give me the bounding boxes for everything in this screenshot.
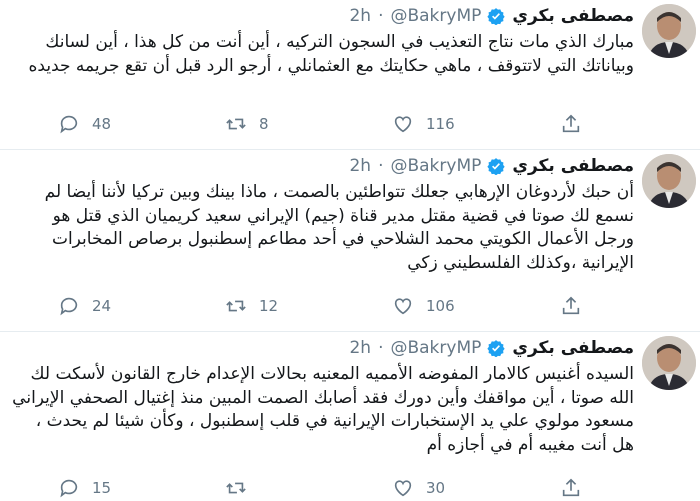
tweet-text: مبارك الذي مات نتاج التعذيب في السجون ال… (28, 32, 634, 76)
like-count: 116 (426, 115, 455, 133)
retweet-button[interactable]: 12 (225, 293, 278, 319)
separator-dot: · (378, 338, 384, 358)
share-icon (562, 478, 580, 497)
tweet-text: أن حبك لأردوغان الإرهابي جعلك تتواطئين ب… (44, 182, 634, 273)
tweet[interactable]: 2h · @BakryMP مصطفى بكري مبارك الذي مات … (0, 0, 700, 150)
heart-icon (394, 298, 412, 315)
tweet-time[interactable]: 2h (349, 6, 371, 26)
avatar[interactable] (642, 336, 696, 390)
verified-badge-icon (487, 157, 505, 176)
like-button[interactable]: 106 (392, 293, 455, 319)
retweet-button[interactable]: 8 (225, 111, 269, 137)
tweet[interactable]: 2h · @BakryMP مصطفى بكري أن حبك لأردوغان… (0, 150, 700, 332)
tweet-actions: 15 30 (0, 475, 634, 501)
heart-icon (394, 116, 412, 133)
author-name[interactable]: مصطفى بكري (512, 6, 634, 26)
reply-icon (60, 297, 78, 316)
avatar[interactable] (642, 4, 696, 58)
reply-button[interactable]: 48 (58, 111, 111, 137)
tweet-handle[interactable]: @BakryMP (390, 338, 481, 358)
reply-icon (60, 115, 78, 134)
retweet-icon (226, 300, 246, 312)
retweet-count: 12 (259, 297, 279, 315)
avatar-image (642, 4, 696, 58)
avatar[interactable] (642, 154, 696, 208)
tweet-time[interactable]: 2h (349, 156, 371, 176)
share-button[interactable] (560, 111, 594, 137)
heart-icon (394, 480, 412, 497)
like-button[interactable]: 116 (392, 111, 455, 137)
tweet-handle[interactable]: @BakryMP (390, 6, 481, 26)
tweet-feed: 2h · @BakryMP مصطفى بكري مبارك الذي مات … (0, 0, 700, 498)
author-name[interactable]: مصطفى بكري (512, 338, 634, 358)
tweet-actions: 48 8 116 (0, 111, 634, 137)
separator-dot: · (378, 156, 384, 176)
retweet-button[interactable] (225, 475, 259, 501)
tweet-header: 2h · @BakryMP مصطفى بكري (349, 3, 634, 29)
share-button[interactable] (560, 475, 594, 501)
verified-badge-icon (487, 7, 505, 26)
like-button[interactable]: 30 (392, 475, 445, 501)
retweet-icon (226, 482, 246, 494)
share-icon (562, 114, 580, 133)
like-count: 30 (426, 479, 446, 497)
tweet-handle[interactable]: @BakryMP (390, 156, 481, 176)
tweet-time[interactable]: 2h (349, 338, 371, 358)
avatar-image (642, 336, 696, 390)
share-button[interactable] (560, 293, 594, 319)
tweet-text: السيده أغنيس كالامار المفوضه الأمميه الم… (12, 364, 634, 455)
tweet[interactable]: 2h · @BakryMP مصطفى بكري السيده أغنيس كا… (0, 332, 700, 498)
separator-dot: · (378, 6, 384, 26)
reply-icon (60, 479, 78, 498)
avatar-image (642, 154, 696, 208)
reply-count: 15 (92, 479, 112, 497)
like-count: 106 (426, 297, 455, 315)
retweet-icon (226, 118, 246, 130)
tweet-actions: 24 12 106 (0, 293, 634, 319)
reply-button[interactable]: 15 (58, 475, 111, 501)
reply-count: 24 (92, 297, 112, 315)
verified-badge-icon (487, 339, 505, 358)
retweet-count: 8 (259, 115, 269, 133)
author-name[interactable]: مصطفى بكري (512, 156, 634, 176)
reply-count: 48 (92, 115, 112, 133)
tweet-header: 2h · @BakryMP مصطفى بكري (349, 335, 634, 361)
reply-button[interactable]: 24 (58, 293, 111, 319)
tweet-header: 2h · @BakryMP مصطفى بكري (349, 153, 634, 179)
share-icon (562, 296, 580, 315)
